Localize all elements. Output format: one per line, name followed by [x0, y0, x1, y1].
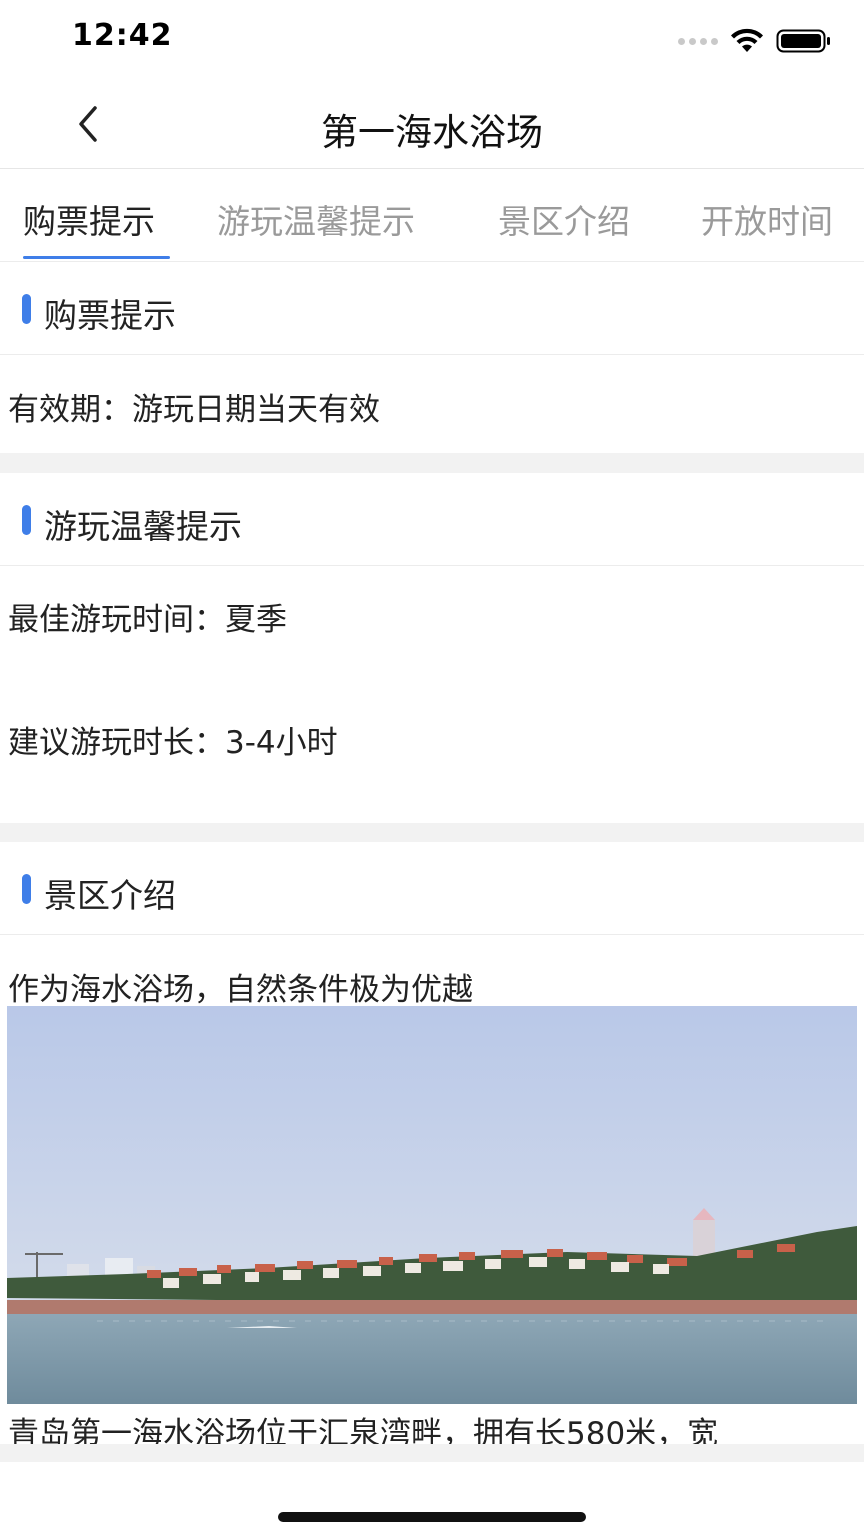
section-divider — [0, 823, 864, 842]
tab-opening-hours[interactable]: 开放时间 — [701, 195, 833, 243]
section-header-tips: 游玩温馨提示 — [0, 473, 864, 566]
scenic-photo — [7, 1006, 857, 1404]
ticket-validity-text: 有效期：游玩日期当天有效 — [8, 392, 380, 428]
section-marker — [22, 874, 31, 904]
tab-ticket-tips[interactable]: 购票提示 — [23, 195, 155, 243]
section-title-tips: 游玩温馨提示 — [44, 507, 242, 546]
suggested-duration-text: 建议游玩时长：3-4小时 — [8, 725, 338, 761]
section-marker — [22, 505, 31, 535]
section-title-ticket: 购票提示 — [44, 296, 176, 335]
section-divider — [0, 1444, 864, 1462]
section-divider — [0, 453, 864, 473]
tab-play-tips[interactable]: 游玩温馨提示 — [217, 195, 415, 243]
signal-dots-icon — [678, 37, 718, 45]
tab-scenic-intro[interactable]: 景区介绍 — [498, 195, 630, 243]
best-time-text: 最佳游玩时间：夏季 — [8, 602, 287, 638]
intro-summary-text: 作为海水浴场，自然条件极为优越 — [8, 972, 473, 1008]
status-icons — [678, 28, 832, 54]
nav-bar: 第一海水浴场 — [0, 80, 864, 169]
section-marker — [22, 294, 31, 324]
active-tab-indicator — [23, 256, 170, 259]
battery-icon — [776, 29, 830, 53]
status-bar: 12:42 — [0, 0, 864, 80]
status-time: 12:42 — [72, 18, 173, 53]
page-title: 第一海水浴场 — [321, 111, 543, 154]
home-indicator[interactable] — [278, 1512, 586, 1522]
wifi-icon — [731, 28, 763, 52]
tab-bar: 购票提示 游玩温馨提示 景区介绍 开放时间 — [0, 169, 864, 262]
section-header-ticket: 购票提示 — [0, 262, 864, 355]
section-header-intro: 景区介绍 — [0, 842, 864, 935]
section-title-intro: 景区介绍 — [44, 876, 176, 915]
